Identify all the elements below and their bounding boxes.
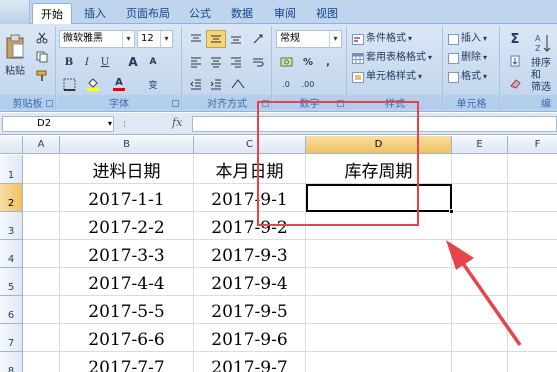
annotation-arrow-icon	[446, 240, 522, 347]
excel-window: 开始 插入 页面布局 公式 数据 审阅 视图 粘贴 剪贴板 微软雅黑 ▾ 12 ▾ …	[0, 0, 557, 372]
